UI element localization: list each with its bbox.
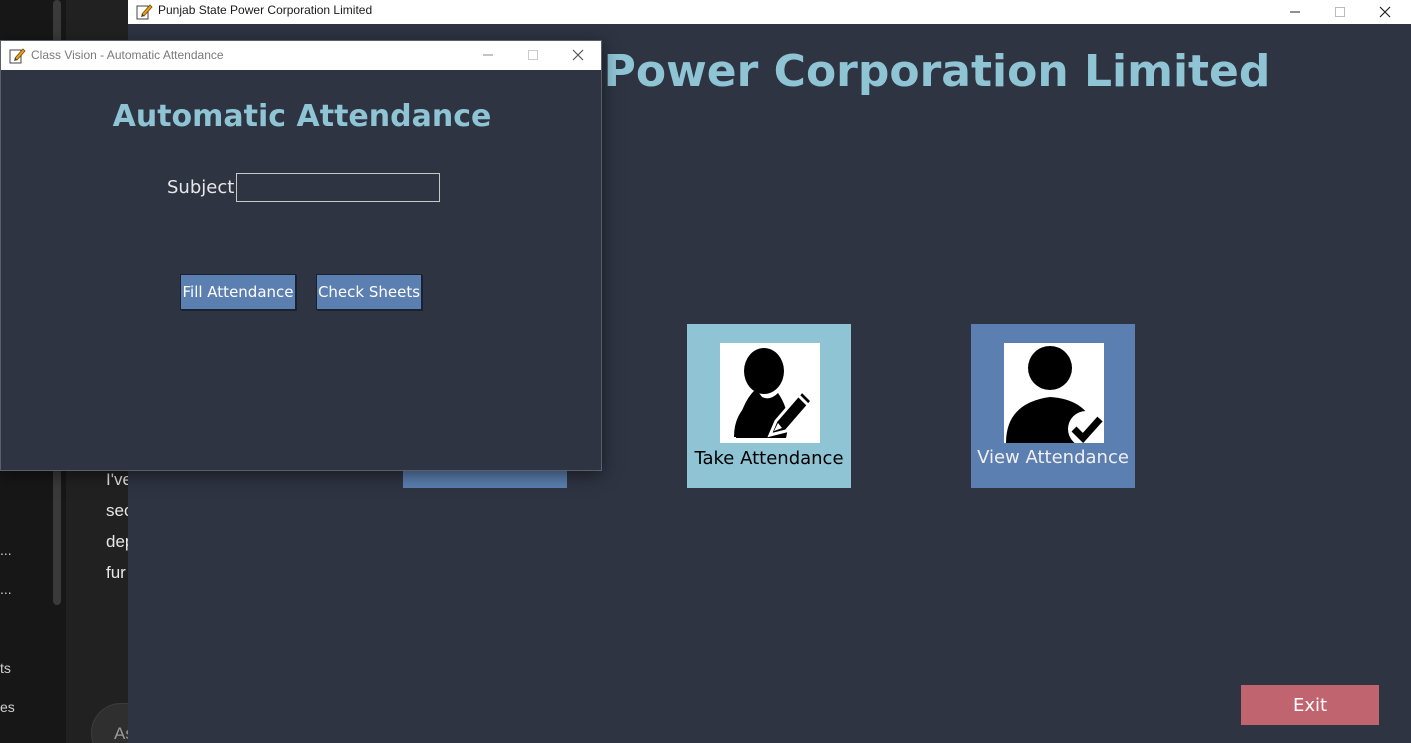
exit-button[interactable]: Exit — [1241, 685, 1379, 725]
dialog-close-button[interactable] — [555, 43, 601, 67]
background-sidebar-item[interactable]: es — [0, 699, 15, 715]
user-edit-icon — [720, 343, 820, 443]
close-icon — [1379, 6, 1391, 18]
minimize-icon — [1290, 11, 1300, 13]
dialog-title: Class Vision - Automatic Attendance — [31, 48, 224, 62]
close-button[interactable] — [1362, 0, 1408, 24]
take-attendance-label: Take Attendance — [694, 448, 844, 469]
feather-pen-icon — [136, 4, 153, 20]
background-text-line: fur — [106, 563, 126, 582]
check-sheets-button[interactable]: Check Sheets — [316, 274, 422, 310]
background-sidebar-item[interactable]: ... — [0, 542, 12, 558]
maximize-icon — [1335, 7, 1345, 17]
minimize-icon — [483, 54, 493, 56]
feather-pen-icon — [9, 48, 26, 64]
background-sidebar-item[interactable]: ts — [0, 660, 11, 676]
background-sidebar-item[interactable]: ... — [0, 581, 12, 597]
take-attendance-tile[interactable]: Take Attendance — [687, 324, 851, 488]
main-titlebar[interactable]: Punjab State Power Corporation Limited — [128, 0, 1411, 24]
dialog-maximize-button[interactable] — [510, 43, 556, 67]
fill-attendance-button[interactable]: Fill Attendance — [180, 274, 296, 310]
main-window-title: Punjab State Power Corporation Limited — [158, 3, 373, 17]
dialog-heading: Automatic Attendance — [112, 99, 492, 134]
maximize-icon — [528, 50, 538, 60]
view-attendance-label: View Attendance — [977, 447, 1129, 468]
subject-label: Subject: — [167, 177, 241, 198]
user-check-icon — [1004, 343, 1104, 443]
close-icon — [572, 49, 584, 61]
automatic-attendance-dialog: Class Vision - Automatic Attendance Auto… — [0, 40, 602, 471]
subject-input[interactable] — [236, 173, 440, 202]
minimize-button[interactable] — [1272, 0, 1318, 24]
dialog-titlebar[interactable]: Class Vision - Automatic Attendance — [1, 41, 601, 70]
dialog-minimize-button[interactable] — [465, 43, 511, 67]
maximize-button[interactable] — [1317, 0, 1363, 24]
view-attendance-tile[interactable]: View Attendance — [971, 324, 1135, 488]
